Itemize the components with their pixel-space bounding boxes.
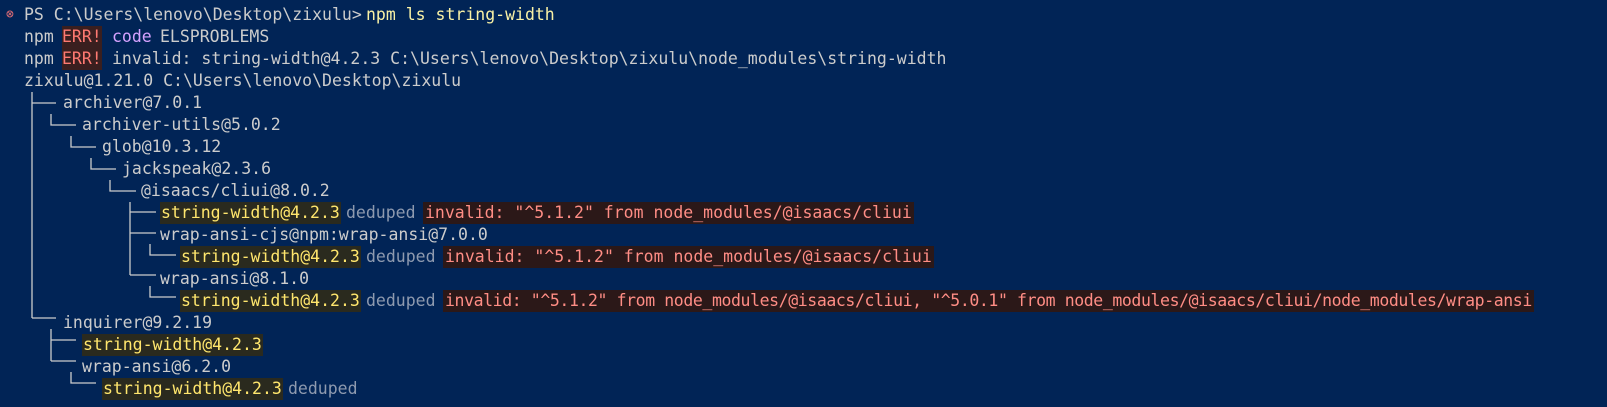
tree-node: string-width@4.2.3 deduped invalid: "^5.… [0,246,1607,268]
package-name: archiver-utils@5.0.2 [82,115,281,134]
package-name: string-width@4.2.3 [180,246,361,268]
prompt-line: ⊗ PS C:\Users\lenovo\Desktop\zixulu> npm… [0,4,1607,26]
tree-node: archiver@7.0.1 [0,92,1607,114]
package-name: wrap-ansi-cjs@npm:wrap-ansi@7.0.0 [160,225,488,244]
package-name: string-width@4.2.3 [82,334,263,356]
invalid-label: invalid: "^5.1.2" from node_modules/@isa… [443,290,1534,312]
err-label: ERR! [62,48,102,70]
tree-node: wrap-ansi-cjs@npm:wrap-ansi@7.0.0 [0,224,1607,246]
tree-node: glob@10.3.12 [0,136,1607,158]
package-name: inquirer@9.2.19 [63,313,213,332]
deduped-label: deduped [366,291,436,310]
tree-node: @isaacs/cliui@8.0.2 [0,180,1607,202]
package-name: @isaacs/cliui@8.0.2 [141,181,330,200]
package-name: string-width@4.2.3 [180,290,361,312]
deduped-label: deduped [288,379,358,398]
package-name: wrap-ansi@6.2.0 [82,357,232,376]
tree-node: string-width@4.2.3 deduped invalid: "^5.… [0,290,1607,312]
prompt-prefix: PS C:\Users\lenovo\Desktop\zixulu> [24,5,362,24]
tree-node: string-width@4.2.3 [0,334,1607,356]
invalid-label: invalid: "^5.1.2" from node_modules/@isa… [443,246,934,268]
terminal-window[interactable]: ⊗ PS C:\Users\lenovo\Desktop\zixulu> npm… [0,0,1607,407]
error-circle-icon: ⊗ [6,7,14,22]
tree-node: string-width@4.2.3 deduped [0,378,1607,400]
root-package: zixulu@1.21.0 C:\Users\lenovo\Desktop\zi… [24,71,462,90]
tree-root: zixulu@1.21.0 C:\Users\lenovo\Desktop\zi… [0,70,1607,92]
error-code-keyword: code [112,27,152,46]
error-message: invalid: string-width@4.2.3 C:\Users\len… [112,49,947,68]
tree-node: inquirer@9.2.19 [0,312,1607,334]
err-label: ERR! [62,26,102,48]
package-name: glob@10.3.12 [102,137,222,156]
error-line: npm ERR! code ELSPROBLEMS [0,26,1607,48]
tree-node: jackspeak@2.3.6 [0,158,1607,180]
tree-node: string-width@4.2.3 deduped invalid: "^5.… [0,202,1607,224]
npm-label: npm [24,27,54,46]
error-line: npm ERR! invalid: string-width@4.2.3 C:\… [0,48,1607,70]
deduped-label: deduped [346,203,416,222]
deduped-label: deduped [366,247,436,266]
npm-label: npm [24,49,54,68]
tree-node: wrap-ansi@6.2.0 [0,356,1607,378]
package-name: wrap-ansi@8.1.0 [160,269,310,288]
package-name: archiver@7.0.1 [63,93,203,112]
tree-node: archiver-utils@5.0.2 [0,114,1607,136]
package-name: jackspeak@2.3.6 [122,159,272,178]
prompt-command[interactable]: npm ls string-width [366,4,555,26]
error-code-value: ELSPROBLEMS [160,27,270,46]
package-name: string-width@4.2.3 [102,378,283,400]
invalid-label: invalid: "^5.1.2" from node_modules/@isa… [423,202,914,224]
tree-node: wrap-ansi@8.1.0 [0,268,1607,290]
package-name: string-width@4.2.3 [160,202,341,224]
